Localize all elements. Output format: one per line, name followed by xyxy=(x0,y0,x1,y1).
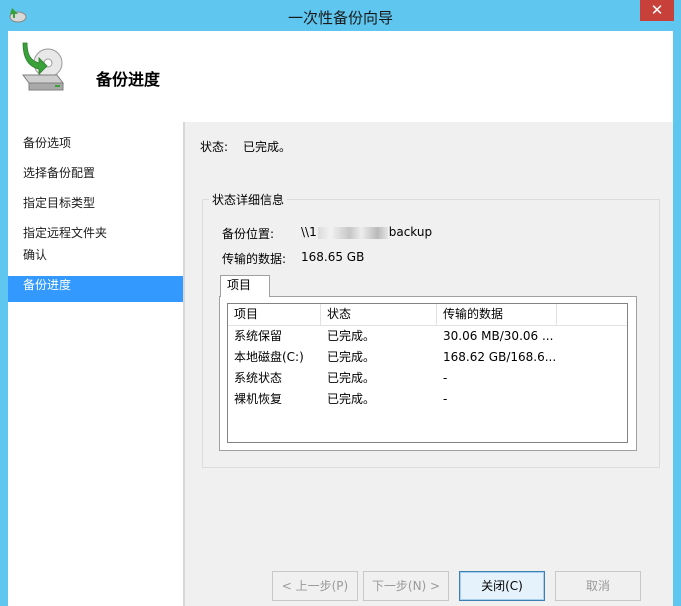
column-header-status[interactable]: 状态 xyxy=(321,304,437,325)
status-value: 已完成。 xyxy=(243,140,292,154)
title-bar: 一次性备份向导 ✕ xyxy=(0,0,681,31)
nav-item-confirm[interactable]: 确认 xyxy=(8,247,183,263)
nav-item-remote-folder[interactable]: 指定远程文件夹 xyxy=(8,225,183,241)
list-header: 项目 状态 传输的数据 xyxy=(228,304,627,326)
close-window-button[interactable]: ✕ xyxy=(640,0,674,21)
table-row[interactable]: 本地磁盘(C:) 已完成。 168.62 GB/168.6... xyxy=(228,347,627,368)
cancel-button[interactable]: 取消 xyxy=(555,571,641,601)
table-row[interactable]: 裸机恢复 已完成。 - xyxy=(228,389,627,410)
column-header-transferred[interactable]: 传输的数据 xyxy=(437,304,557,325)
column-header-item[interactable]: 项目 xyxy=(228,304,321,325)
next-button[interactable]: 下一步(N) > xyxy=(363,571,449,601)
items-list[interactable]: 项目 状态 传输的数据 系统保留 已完成。 30.06 MB/30.06 ...… xyxy=(227,303,628,443)
status-label: 状态: xyxy=(200,140,229,154)
backup-location-prefix: \\1 xyxy=(301,225,317,239)
transferred-data-value: 168.65 GB xyxy=(301,250,365,264)
previous-button[interactable]: < 上一步(P) xyxy=(272,571,358,601)
backup-location-suffix: backup xyxy=(388,225,433,239)
page-title: 备份进度 xyxy=(96,70,161,89)
nav-item-backup-progress[interactable]: 备份进度 xyxy=(8,276,183,302)
main-panel: 状态: 已完成。 状态详细信息 备份位置: \\1 backup 传输的数据: 1… xyxy=(185,122,673,606)
wizard-steps-nav: 备份选项 选择备份配置 指定目标类型 指定远程文件夹 确认 备份进度 xyxy=(8,122,183,606)
nav-item-select-config[interactable]: 选择备份配置 xyxy=(8,165,183,181)
backup-disk-icon xyxy=(22,42,64,91)
nav-item-destination-type[interactable]: 指定目标类型 xyxy=(8,195,183,211)
backup-location-label: 备份位置: xyxy=(222,227,275,241)
status-details-title: 状态详细信息 xyxy=(209,191,288,208)
backup-location-value: \\1 backup xyxy=(301,225,432,239)
redacted-address xyxy=(317,226,388,239)
table-row[interactable]: 系统保留 已完成。 30.06 MB/30.06 ... xyxy=(228,326,627,347)
close-button[interactable]: 关闭(C) xyxy=(459,571,545,601)
tab-items[interactable]: 项目 xyxy=(220,275,270,297)
tab-panel-items: 项目 状态 传输的数据 系统保留 已完成。 30.06 MB/30.06 ...… xyxy=(219,296,637,451)
wizard-header: 备份进度 xyxy=(8,31,673,122)
table-row[interactable]: 系统状态 已完成。 - xyxy=(228,368,627,389)
transferred-data-label: 传输的数据: xyxy=(222,252,287,266)
window-title: 一次性备份向导 xyxy=(287,9,393,27)
nav-item-backup-options[interactable]: 备份选项 xyxy=(8,135,183,151)
